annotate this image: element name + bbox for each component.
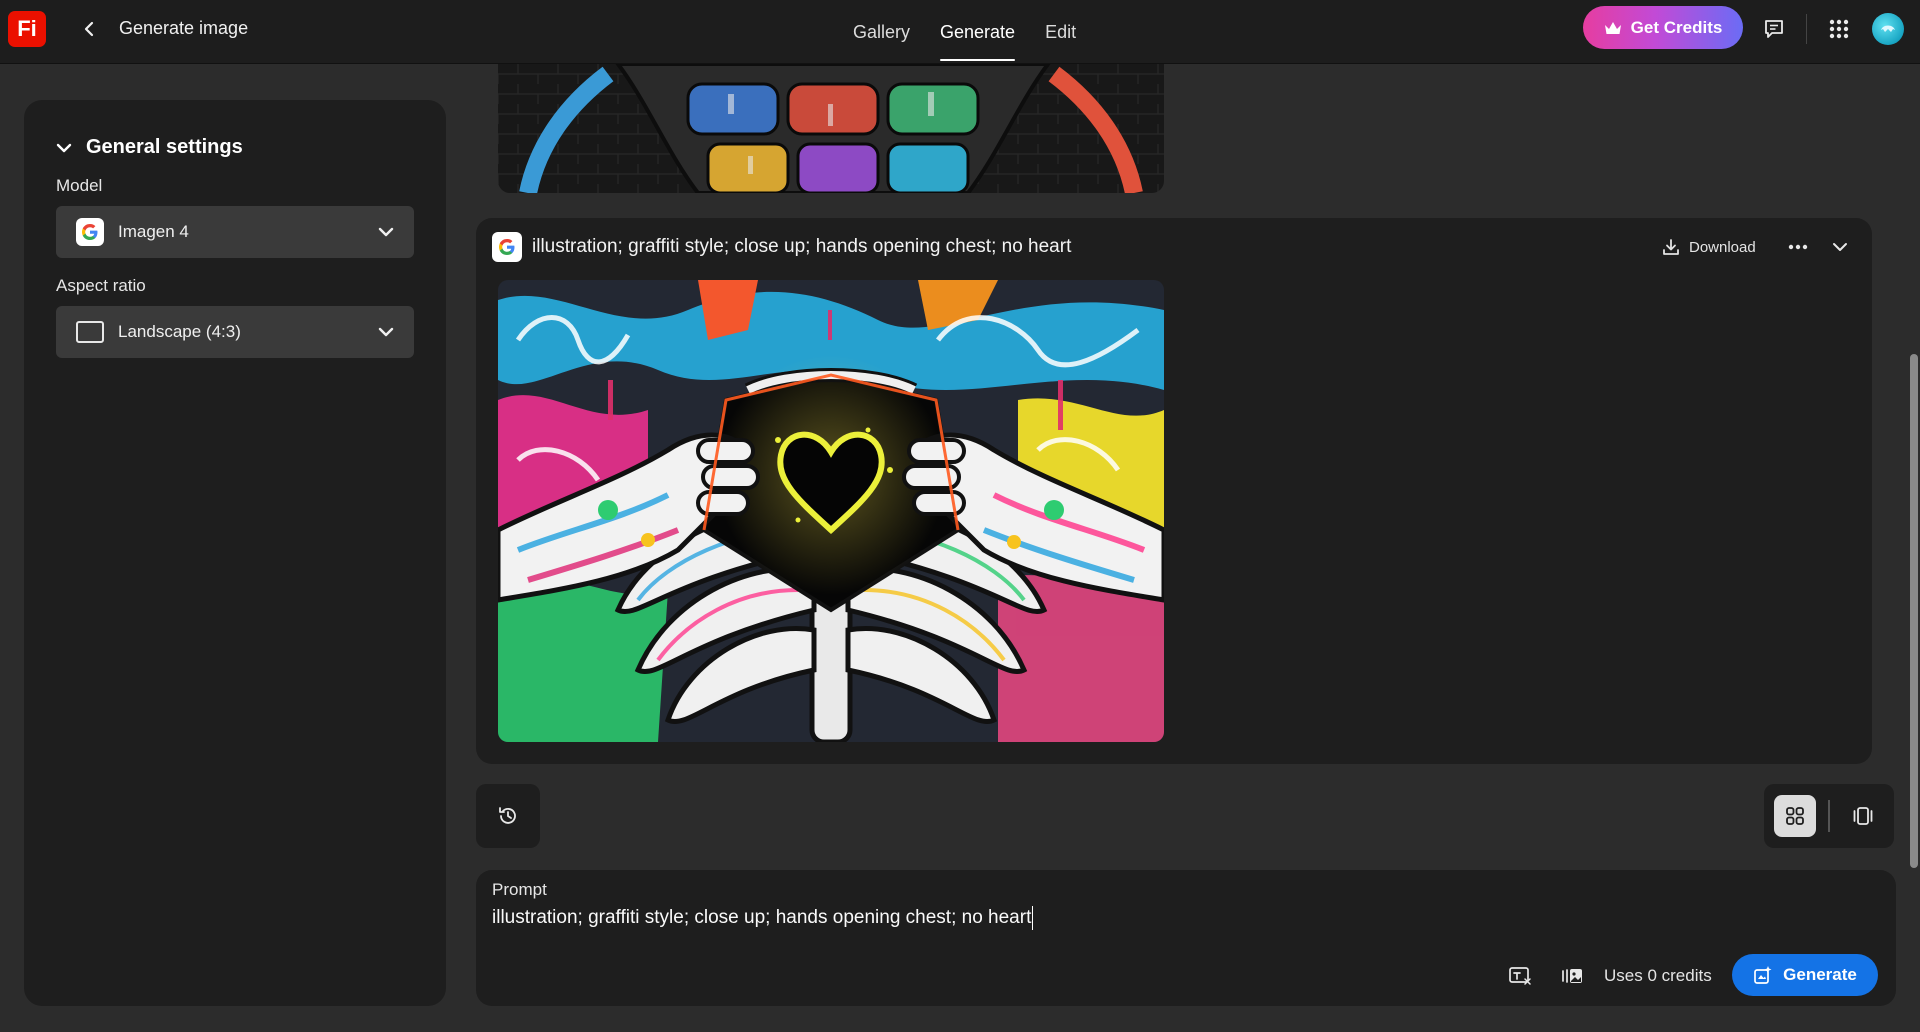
style-reference-button[interactable] — [1556, 960, 1588, 992]
main-nav: Gallery Generate Edit — [838, 0, 1091, 64]
feedback-button[interactable] — [1758, 13, 1790, 45]
tab-gallery[interactable]: Gallery — [838, 0, 925, 64]
view-toggle-divider — [1828, 800, 1830, 832]
page-title: Generate image — [119, 18, 249, 38]
aspect-ratio-label: Aspect ratio — [56, 276, 146, 295]
crown-icon — [1604, 21, 1621, 34]
prompt-input-value: illustration; graffiti style; close up; … — [492, 907, 1032, 928]
previous-image-art — [498, 64, 1164, 193]
settings-panel: General settings Model Imagen 4 Aspect r… — [24, 100, 446, 1006]
back-button[interactable] — [74, 14, 104, 44]
result-prompt: illustration; graffiti style; close up; … — [532, 236, 1072, 257]
model-value: Imagen 4 — [118, 222, 189, 241]
single-view-icon — [1853, 807, 1873, 825]
avatar[interactable] — [1872, 13, 1904, 45]
model-select[interactable]: Imagen 4 — [56, 206, 414, 258]
chevron-down-icon — [1833, 243, 1847, 251]
google-g-icon — [492, 232, 522, 262]
tab-generate[interactable]: Generate — [925, 0, 1030, 64]
grid-view-icon — [1786, 807, 1804, 825]
app-grid-icon — [1829, 19, 1849, 39]
credits-note: Uses 0 credits — [1604, 966, 1712, 985]
generate-label: Generate — [1783, 965, 1857, 984]
get-credits-label: Get Credits — [1630, 17, 1723, 37]
history-icon — [499, 807, 516, 824]
chevron-down-icon — [378, 327, 394, 337]
prompt-label: Prompt — [492, 880, 547, 899]
download-button[interactable]: Download — [1662, 232, 1756, 262]
generate-icon — [1754, 966, 1772, 984]
generate-button[interactable]: Generate — [1732, 954, 1878, 996]
aspect-ratio-select[interactable]: Landscape (4:3) — [56, 306, 414, 358]
tab-edit[interactable]: Edit — [1030, 0, 1091, 64]
general-settings-toggle[interactable]: General settings — [56, 136, 243, 159]
single-view-button[interactable] — [1842, 795, 1884, 837]
prompt-panel: Prompt illustration; graffiti style; clo… — [476, 870, 1896, 1006]
more-options-button[interactable] — [1782, 231, 1814, 263]
model-label: Model — [56, 176, 103, 195]
top-bar: Fi Generate image Gallery Generate Edit … — [0, 0, 1920, 64]
aspect-ratio-value: Landscape (4:3) — [118, 322, 241, 341]
avatar-icon — [1881, 25, 1895, 32]
prompt-input[interactable]: illustration; graffiti style; close up; … — [492, 906, 1034, 930]
view-toggle — [1764, 784, 1894, 848]
more-icon — [1788, 244, 1808, 250]
generated-image[interactable] — [498, 280, 1164, 742]
get-credits-button[interactable]: Get Credits — [1583, 6, 1743, 49]
image-text-icon — [1509, 967, 1531, 985]
result-card: illustration; graffiti style; close up; … — [476, 218, 1872, 764]
google-g-icon — [76, 218, 104, 246]
scrollbar-thumb[interactable] — [1910, 354, 1918, 868]
chevron-down-icon — [378, 227, 394, 237]
generated-image-art — [498, 280, 1164, 742]
topbar-divider — [1806, 14, 1807, 44]
grid-view-button[interactable] — [1774, 795, 1816, 837]
landscape-ratio-icon — [76, 321, 104, 343]
chevron-left-icon — [84, 21, 94, 37]
feedback-icon — [1765, 20, 1783, 38]
download-icon — [1663, 239, 1679, 255]
apps-button[interactable] — [1823, 13, 1855, 45]
download-label: Download — [1689, 238, 1756, 256]
scrollbar[interactable] — [1908, 66, 1918, 1032]
chevron-down-icon — [56, 143, 72, 152]
collapse-card-button[interactable] — [1824, 231, 1856, 263]
previous-result-image[interactable] — [498, 64, 1164, 193]
settings-title: General settings — [86, 136, 243, 158]
history-button[interactable] — [476, 784, 540, 848]
app-logo[interactable]: Fi — [8, 11, 46, 47]
text-to-image-settings-button[interactable] — [1504, 960, 1536, 992]
text-caret — [1032, 906, 1034, 930]
reference-icon — [1562, 969, 1582, 983]
